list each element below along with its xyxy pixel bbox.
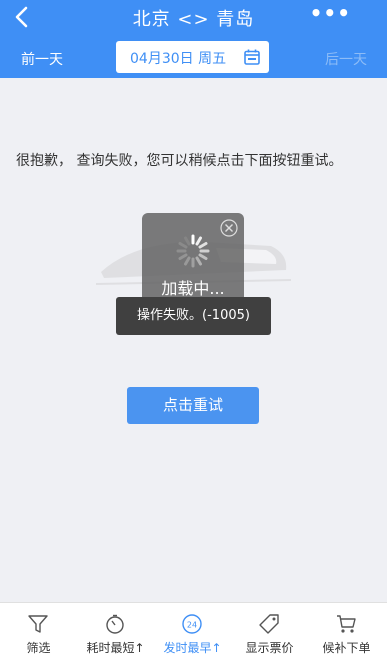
prev-day-button[interactable]: 前一天 <box>21 49 63 69</box>
price-tag-icon <box>259 614 279 634</box>
tab-label: 候补下单 <box>322 641 371 655</box>
header-bar: 北京 <> 青岛 ••• 前一天 04月30日 周五 后一天 <box>0 0 387 78</box>
tab-label: 耗时最短↑ <box>86 641 145 655</box>
stopwatch-icon <box>106 614 124 634</box>
retry-button[interactable]: 点击重试 <box>127 387 259 424</box>
error-message: 很抱歉， 查询失败，您可以稍候点击下面按钮重试。 <box>16 153 343 169</box>
loading-spinner-icon <box>176 234 210 268</box>
calendar-icon <box>244 49 260 65</box>
filter-icon <box>28 615 48 633</box>
more-menu-button[interactable]: ••• <box>310 1 351 25</box>
date-selector[interactable]: 04月30日 周五 <box>116 41 269 73</box>
clock-24-icon: 24 <box>182 614 202 634</box>
tab-label: 筛选 <box>26 641 51 655</box>
selected-date: 04月30日 周五 <box>130 51 227 67</box>
tab-filter[interactable]: 筛选 <box>0 603 77 663</box>
tab-label: 发时最早↑ <box>163 641 222 655</box>
loading-text: 加载中... <box>161 279 225 298</box>
close-icon[interactable] <box>220 219 238 237</box>
tab-earliest-departure[interactable]: 24 发时最早↑ <box>154 603 231 663</box>
tab-waitlist-order[interactable]: 候补下单 <box>308 603 385 663</box>
tab-show-price[interactable]: 显示票价 <box>231 603 308 663</box>
tab-shortest-duration[interactable]: 耗时最短↑ <box>77 603 154 663</box>
error-toast: 操作失败。(-1005) <box>116 297 271 335</box>
bottom-tabbar: 筛选 耗时最短↑ 24 发时最早↑ 显示票价 候补下单 <box>0 602 387 663</box>
cart-icon <box>337 615 356 633</box>
svg-text:24: 24 <box>187 621 197 630</box>
tab-label: 显示票价 <box>245 641 294 655</box>
next-day-button[interactable]: 后一天 <box>325 49 367 69</box>
